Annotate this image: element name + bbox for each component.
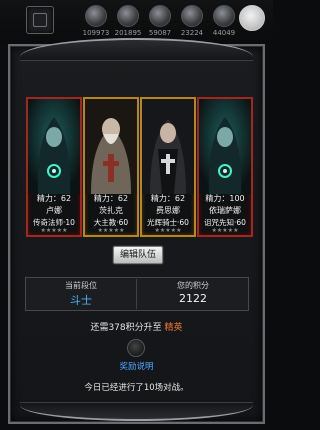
hero-stars-4: ★★★★★ [211, 227, 239, 234]
hero-power-3: 精力：62 [150, 194, 186, 203]
copper-coin-icon [85, 5, 107, 27]
edit-team-button[interactable]: 编辑队伍 [113, 246, 163, 264]
wood-icon [149, 5, 171, 27]
hero-stars-3: ★★★★★ [154, 227, 182, 234]
hero-card-4[interactable]: 精力：100 依瑞萨娜 诅咒先知·60 ★★★★★ [197, 97, 253, 237]
resource-iron-value: 201895 [114, 29, 142, 37]
resource-crystal: 23224 [174, 5, 210, 37]
resource-copper-value: 109973 [82, 29, 110, 37]
hero-card-2[interactable]: 精力：62 茨扎克 大主教·60 ★★★★★ [83, 97, 139, 237]
current-rank-label: 当前段位 [65, 281, 97, 290]
hero-power-4: 精力：100 [205, 194, 245, 203]
hero-portrait-4 [199, 99, 251, 194]
resource-wood: 59087 [142, 5, 178, 37]
your-score-label: 您的积分 [177, 281, 209, 290]
resource-copper: 109973 [78, 5, 114, 37]
current-rank-value: 斗士 [70, 294, 92, 307]
resource-iron: 201895 [110, 5, 146, 37]
next-rank-name: 精英 [164, 323, 183, 333]
reward-info-icon[interactable] [127, 339, 145, 357]
menu-button[interactable] [26, 6, 54, 34]
hero-card-1[interactable]: 精力：62 卢娜 传奇法师·10 ★★★★★ [26, 97, 82, 237]
hero-name-2: 茨扎克 [99, 206, 123, 215]
hero-name-4: 依瑞萨娜 [209, 206, 241, 215]
resource-crystal-value: 23224 [180, 29, 204, 37]
resource-stone-value: 44049 [212, 29, 236, 37]
hero-name-3: 费思娜 [156, 206, 180, 215]
upgrade-requirement-text: 还需378积分升至 [90, 323, 162, 333]
hero-portrait-3 [142, 99, 194, 194]
battles-today-text: 今日已经进行了10场对战。 [84, 383, 189, 393]
hero-power-1: 精力：62 [36, 194, 72, 203]
hero-card-3[interactable]: 精力：62 费思娜 光辉骑士·60 ★★★★★ [140, 97, 196, 237]
hero-stars-2: ★★★★★ [97, 227, 125, 234]
hero-portrait-2 [85, 99, 137, 194]
your-score-value: 2122 [179, 292, 207, 305]
upgrade-requirement: 还需378积分升至 精英 [0, 320, 273, 333]
hero-portrait-1 [28, 99, 80, 194]
crystal-icon [181, 5, 203, 27]
stone-icon [213, 5, 235, 27]
hero-power-2: 精力：62 [93, 194, 129, 203]
resource-stone: 44049 [206, 5, 242, 37]
iron-ore-icon [117, 5, 139, 27]
reward-info-link[interactable]: 奖励说明 [0, 360, 273, 372]
resource-wood-value: 59087 [148, 29, 172, 37]
hero-stars-1: ★★★★★ [40, 227, 68, 234]
menu-icon [33, 13, 47, 27]
player-avatar[interactable] [239, 5, 265, 31]
hero-name-1: 卢娜 [46, 206, 62, 215]
